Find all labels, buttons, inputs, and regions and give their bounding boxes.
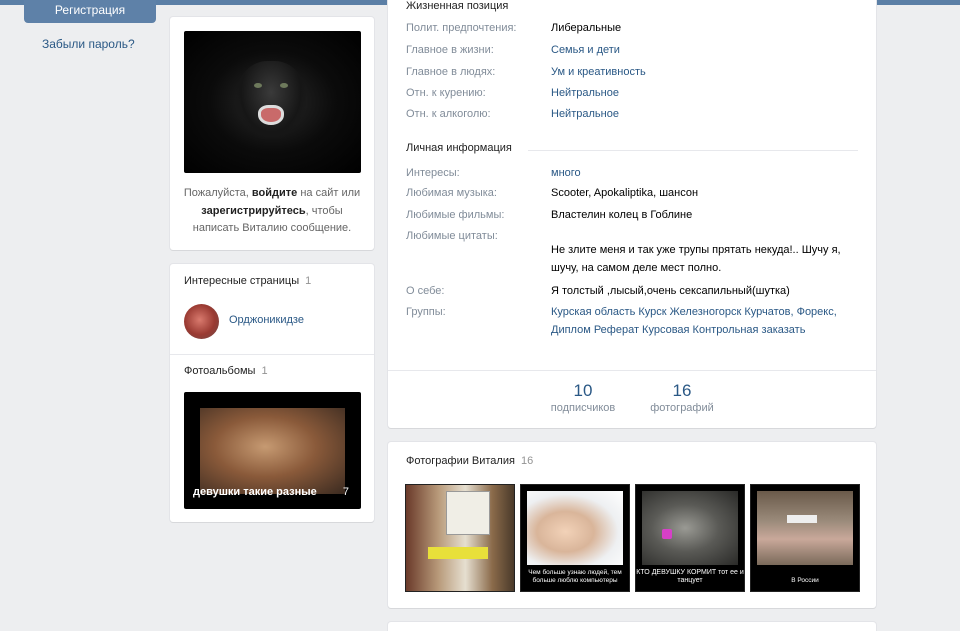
login-prompt-text-1: Пожалуйста, (183, 187, 252, 199)
followers-counter[interactable]: 10 подписчиков (543, 381, 623, 414)
interesting-pages-count: 1 (305, 275, 312, 287)
panther-eye-right (280, 83, 288, 88)
photo-thumbnail[interactable]: Чем больше узнаю людей, тем больше люблю… (520, 484, 630, 592)
counters-bar: 10 подписчиков 16 фотографий (388, 370, 876, 428)
photos-card: Фотографии Виталия 16 Чем больше узнаю лю… (388, 442, 876, 608)
info-label: Главное в жизни: (406, 44, 494, 56)
photos-count: 16 (520, 455, 534, 467)
photo-thumbnail[interactable] (405, 484, 515, 592)
page-avatar[interactable] (184, 304, 219, 339)
photos-counter[interactable]: 16 фотографий (642, 381, 722, 414)
counter-number: 10 (573, 381, 593, 400)
info-value-link[interactable]: Нейтральное (551, 106, 861, 124)
login-prompt: Пожалуйста, войдите на сайт или зарегистр… (180, 185, 364, 238)
profile-info-card: Жизненная позиция Полит. предпочтения: Л… (388, 0, 876, 428)
photos-title: Фотографии Виталия (406, 455, 515, 467)
counter-label: фотографий (650, 402, 714, 414)
info-label: Любимые фильмы: (406, 209, 505, 221)
photo-caption: КТО ДЕВУШКУ КОРМИТ тот ее и танцует (636, 569, 744, 584)
info-value: Scooter, Apokaliptika, шансон (551, 187, 699, 199)
panther-mouth (258, 105, 284, 125)
pages-albums-card: Интересные страницы 1 Орджоникидзе Фотоал… (170, 264, 374, 522)
album-thumbnail[interactable]: девушки такие разные 7 (184, 392, 361, 509)
info-value-link[interactable]: Курская область Курск Железногорск Курча… (551, 304, 861, 339)
book-sign (446, 491, 490, 535)
photo-thumbnail[interactable]: В России (750, 484, 860, 592)
car-photo (757, 491, 853, 565)
albums-count: 1 (261, 365, 268, 377)
info-label: Группы: (406, 306, 446, 318)
avatar-card: Пожалуйста, войдите на сайт или зарегистр… (170, 17, 374, 250)
life-position-title: Жизненная позиция (406, 0, 509, 12)
page-link[interactable]: Орджоникидзе (229, 314, 304, 326)
interesting-pages-header[interactable]: Интересные страницы 1 (184, 275, 311, 287)
info-value-link[interactable]: Нейтральное (551, 85, 861, 103)
interesting-pages-title: Интересные страницы (184, 275, 300, 287)
counter-number: 16 (672, 381, 692, 400)
info-label: Любимая музыка: (406, 187, 497, 199)
info-label: О себе: (406, 285, 445, 297)
divider (170, 354, 374, 355)
photo-caption: Чем больше узнаю людей, тем больше люблю… (528, 569, 622, 584)
info-value: Властелин колец в Гоблине (551, 209, 693, 221)
photos-header[interactable]: Фотографии Виталия 16 (406, 455, 533, 467)
info-label: Интересы: (406, 167, 460, 179)
info-value-link[interactable]: Ум и креативность (551, 64, 861, 82)
info-label: Главное в людях: (406, 66, 496, 78)
info-value: Я толстый ,лысый,очень сексапильный(шутк… (551, 285, 790, 297)
photo-caption: В России (791, 577, 819, 584)
forgot-password-link[interactable]: Забыли пароль? (42, 37, 135, 51)
info-label: Отн. к курению: (406, 87, 486, 99)
info-label: Отн. к алкоголю: (406, 108, 491, 120)
info-value-link[interactable]: много (551, 165, 861, 183)
albums-title: Фотоальбомы (184, 365, 256, 377)
section-divider (528, 150, 858, 151)
register-link[interactable]: зарегистрируйтесь (201, 205, 305, 217)
next-card (388, 622, 876, 631)
panther-head (236, 61, 306, 139)
album-title: девушки такие разные (193, 486, 317, 498)
info-value: Либеральные (551, 22, 622, 34)
info-label: Полит. предпочтения: (406, 22, 517, 34)
info-value-link[interactable]: Семья и дети (551, 42, 861, 60)
license-plate (787, 515, 817, 523)
album-photo-count: 7 (342, 486, 349, 498)
counter-label: подписчиков (550, 402, 616, 414)
album-photo (200, 408, 345, 494)
login-prompt-text-2: на сайт или (297, 187, 361, 199)
babies-photo (527, 491, 623, 565)
profile-avatar[interactable] (184, 31, 361, 173)
info-label: Любимые цитаты: (406, 230, 498, 242)
price-tag (428, 547, 488, 559)
register-button[interactable]: Регистрация (24, 0, 156, 23)
albums-header[interactable]: Фотоальбомы 1 (184, 365, 268, 377)
login-link[interactable]: войдите (252, 187, 297, 199)
photo-thumbnail[interactable]: КТО ДЕВУШКУ КОРМИТ тот ее и танцует (635, 484, 745, 592)
personal-info-title: Личная информация (406, 142, 512, 154)
cat-photo (642, 491, 738, 565)
pink-object (662, 529, 672, 539)
panther-eye-left (254, 83, 262, 88)
info-value: Не злите меня и так уже трупы прятать не… (551, 244, 841, 274)
